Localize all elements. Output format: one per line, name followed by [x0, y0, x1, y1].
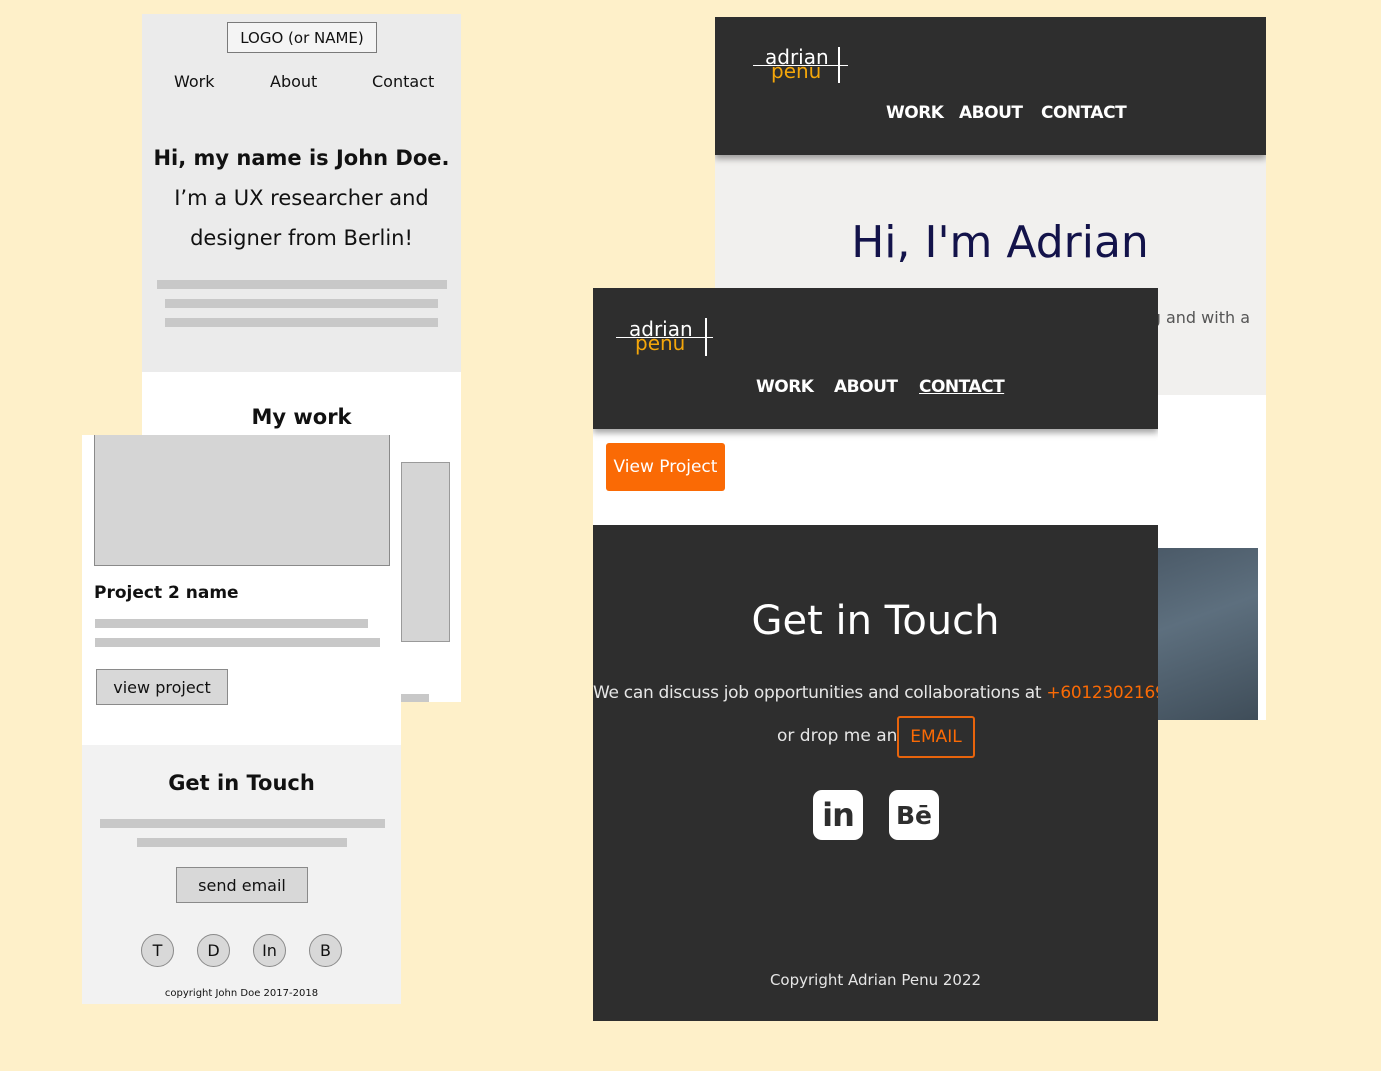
brand-logo[interactable]: adrian penu: [753, 46, 853, 86]
hero-title: Hi, I'm Adrian: [851, 217, 1149, 268]
linkedin-icon[interactable]: in: [813, 790, 863, 840]
project-photo: [1158, 548, 1258, 720]
hero-line-2: designer from Berlin!: [190, 226, 413, 250]
nav-contact-link[interactable]: CONTACT: [919, 377, 1005, 397]
social-behance-icon[interactable]: B: [309, 934, 342, 967]
behance-icon[interactable]: Bē: [889, 790, 939, 840]
contact-section: Get in Touch We can discuss job opportun…: [593, 525, 1158, 1021]
nav-work-link[interactable]: Work: [174, 72, 215, 91]
text-placeholder-bar: [95, 619, 368, 628]
hero-line-1: I’m a UX researcher and: [174, 186, 429, 210]
text-placeholder-bar: [401, 694, 429, 702]
contact-text: We can discuss job opportunities and col…: [593, 683, 1158, 703]
social-twitter-icon[interactable]: T: [141, 934, 174, 967]
drop-text: or drop me an: [777, 726, 898, 746]
text-placeholder-bar: [137, 838, 347, 847]
social-linkedin-icon[interactable]: In: [253, 934, 286, 967]
nav-about-link[interactable]: ABOUT: [959, 103, 1023, 123]
nav-work-link[interactable]: WORK: [886, 103, 944, 123]
website-contact-screenshot: adrian penu WORK ABOUT CONTACT View Proj…: [593, 288, 1158, 1021]
nav-about-link[interactable]: About: [270, 72, 317, 91]
text-placeholder-bar: [157, 280, 447, 289]
project-name: Project 2 name: [94, 583, 239, 603]
view-project-button[interactable]: View Project: [606, 443, 725, 491]
nav-about-link[interactable]: ABOUT: [834, 377, 898, 397]
nav-contact-link[interactable]: CONTACT: [1041, 103, 1127, 123]
contact-title: Get in Touch: [751, 598, 1000, 644]
text-placeholder-bar: [165, 318, 438, 327]
text-placeholder-bar: [100, 819, 385, 828]
view-project-button[interactable]: view project: [96, 669, 228, 705]
copyright-text: copyright John Doe 2017-2018: [164, 988, 319, 999]
wireframe-hero: Hi, my name is John Doe. I’m a UX resear…: [142, 138, 461, 258]
site-header: adrian penu WORK ABOUT CONTACT: [715, 17, 1266, 155]
contact-title: Get in Touch: [168, 771, 315, 795]
site-header: adrian penu WORK ABOUT CONTACT: [593, 288, 1158, 429]
copyright-text: Copyright Adrian Penu 2022: [769, 971, 982, 989]
project-image-placeholder: [401, 462, 450, 642]
phone-link[interactable]: +60123021691: [1046, 683, 1158, 703]
social-dribbble-icon[interactable]: D: [197, 934, 230, 967]
brand-logo[interactable]: adrian penu: [616, 318, 716, 358]
text-placeholder-bar: [165, 299, 438, 308]
text-placeholder-bar: [95, 638, 380, 647]
logo-placeholder[interactable]: LOGO (or NAME): [227, 22, 377, 53]
hero-subtitle: g and with a: [1150, 308, 1250, 327]
hero-title: Hi, my name is John Doe.: [153, 146, 450, 170]
send-email-button[interactable]: send email: [176, 867, 308, 903]
wireframe-contact-section: Get in Touch send email T D In B copyrig…: [82, 745, 401, 1004]
wireframe-header: LOGO (or NAME) Work About Contact Hi, my…: [142, 14, 461, 372]
wireframe-project-mockup: Project 2 name view project Get in Touch…: [82, 435, 401, 1004]
nav-contact-link[interactable]: Contact: [372, 72, 434, 91]
section-title-my-work: My work: [251, 405, 352, 429]
email-button[interactable]: EMAIL: [897, 716, 975, 758]
project-image-placeholder: [94, 435, 390, 566]
nav-work-link[interactable]: WORK: [756, 377, 814, 397]
